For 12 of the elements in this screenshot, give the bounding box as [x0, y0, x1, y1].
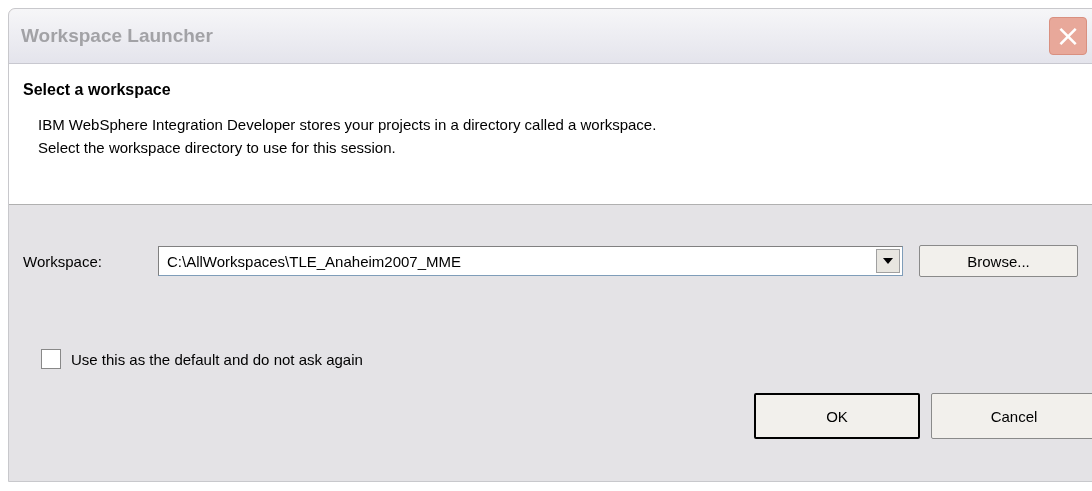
browse-button[interactable]: Browse... [919, 245, 1078, 277]
workspace-label: Workspace: [23, 252, 103, 270]
description-line: IBM WebSphere Integration Developer stores your projects in a directory called a workspace. [38, 115, 658, 135]
checkbox[interactable] [41, 349, 61, 369]
dialog-button[interactable]: OK [754, 393, 920, 439]
dropdown-icon[interactable] [876, 249, 900, 273]
workspace-combo[interactable]: C:\AllWorkspaces\TLE_Anaheim2007_MME [158, 246, 903, 276]
header-title: Select a workspace [23, 81, 172, 99]
window-title: Workspace Launcher [21, 25, 213, 47]
checkbox-label: Use this as the default and do not ask again [71, 350, 363, 368]
description-line: Select the workspace directory to use for this session. [38, 138, 397, 158]
dialog-button[interactable]: Cancel [931, 393, 1092, 439]
